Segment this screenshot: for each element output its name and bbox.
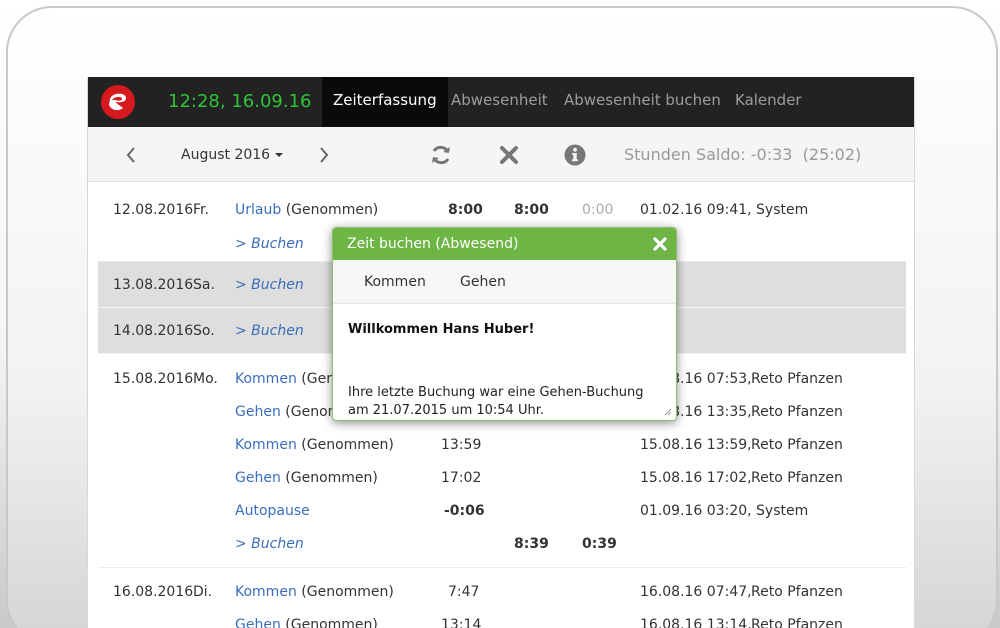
entry-type-link[interactable]: Kommen xyxy=(235,584,297,600)
close-icon xyxy=(500,145,518,164)
hours-balance-text: Stunden Saldo: -0:33 (25:02) xyxy=(624,145,862,164)
booking-time: -0:06 xyxy=(444,503,485,519)
hours-balance: Stunden Saldo: -0:33 (25:02) xyxy=(624,127,861,182)
booked-by: Reto Pfanzen xyxy=(751,404,843,420)
entry-type-link[interactable]: Gehen xyxy=(235,470,281,486)
buchen-link[interactable]: > Buchen xyxy=(235,527,304,561)
delete-button[interactable] xyxy=(499,127,519,182)
date-cell: 13.08.2016 xyxy=(113,277,194,293)
dialog-header: Zeit buchen (Abwesend) xyxy=(333,228,676,260)
entry-type-link[interactable]: Kommen xyxy=(235,371,297,387)
last-booking-message: Ihre letzte Buchung war eine Gehen-Buchu… xyxy=(348,385,644,418)
date-cell: 15.08.2016 xyxy=(113,371,194,387)
month-label: August 2016 xyxy=(181,146,271,163)
actual-hours: 8:00 xyxy=(514,202,549,218)
entry-status: (Genommen) xyxy=(285,617,378,628)
weekday-cell: Fr. xyxy=(193,202,209,218)
buchen-link[interactable]: > Buchen xyxy=(235,314,304,348)
date-cell: 16.08.2016 xyxy=(113,584,194,600)
entry-type-link[interactable]: Urlaub xyxy=(235,202,281,218)
booking-info: 01.02.16 09:41, System xyxy=(640,202,809,218)
booking-info: 15.08.16 13:59, xyxy=(640,437,752,453)
difference-hours: 0:39 xyxy=(582,536,617,552)
tab-abwesenheit[interactable]: Abwesenheit xyxy=(440,77,559,127)
kommen-button[interactable]: Kommen xyxy=(364,260,426,304)
entry-type-link[interactable]: Gehen xyxy=(235,617,281,628)
booking-info: 15.08.16 17:02, xyxy=(640,470,752,486)
booking-time: 13:59 xyxy=(441,437,482,453)
chevron-left-icon xyxy=(126,146,135,163)
date-cell: 14.08.2016 xyxy=(113,323,194,339)
table-row: 16.08.2016 Di. Kommen (Genommen) 7:47 16… xyxy=(98,568,906,628)
booking-info: 01.09.16 03:20, System xyxy=(640,503,809,519)
close-icon xyxy=(653,237,667,251)
entry-status: (Genommen) xyxy=(301,437,394,453)
date-cell: 12.08.2016 xyxy=(113,202,194,218)
booking-info: 16.08.16 13:14, xyxy=(640,617,752,628)
booking-time: 17:02 xyxy=(441,470,482,486)
info-icon xyxy=(564,144,586,165)
dialog-title: Zeit buchen (Abwesend) xyxy=(347,236,519,252)
entry-status: (Genommen) xyxy=(285,470,378,486)
weekday-cell: So. xyxy=(193,323,215,339)
month-dropdown[interactable]: August 2016 xyxy=(181,127,284,182)
app-logo[interactable] xyxy=(101,85,135,119)
logo-swoosh-icon xyxy=(109,93,126,111)
booked-by: Reto Pfanzen xyxy=(751,470,843,486)
info-button[interactable] xyxy=(564,127,586,182)
chevron-right-icon xyxy=(320,146,329,163)
next-month-button[interactable] xyxy=(318,127,330,182)
refresh-button[interactable] xyxy=(429,127,453,182)
booked-by: Reto Pfanzen xyxy=(751,584,843,600)
booked-by: Reto Pfanzen xyxy=(751,617,843,628)
booked-by: Reto Pfanzen xyxy=(751,371,843,387)
welcome-message: Willkommen Hans Huber! xyxy=(348,322,535,337)
weekday-cell: Mo. xyxy=(193,371,218,387)
dialog-close-button[interactable] xyxy=(653,228,667,260)
resize-handle-icon[interactable] xyxy=(664,408,672,416)
app-screen: 12:28, 16.09.16 Zeiterfassung Abwesenhei… xyxy=(87,77,915,628)
weekday-cell: Di. xyxy=(193,584,213,600)
tab-kalender[interactable]: Kalender xyxy=(724,77,813,127)
booking-time: 13:14 xyxy=(441,617,482,628)
booking-dialog: Zeit buchen (Abwesend) Kommen Gehen Will… xyxy=(332,227,677,421)
booking-info: 16.08.16 07:47, xyxy=(640,584,752,600)
tab-zeiterfassung[interactable]: Zeiterfassung xyxy=(322,77,448,127)
actual-hours: 8:39 xyxy=(514,536,549,552)
entry-type-link[interactable]: Gehen xyxy=(235,404,281,420)
buchen-link[interactable]: > Buchen xyxy=(235,268,304,302)
target-hours: 8:00 xyxy=(448,202,483,218)
entry-type-link[interactable]: Kommen xyxy=(235,437,297,453)
clock-datetime: 12:28, 16.09.16 xyxy=(168,91,312,112)
entry-status: (Genommen) xyxy=(301,584,394,600)
booking-time: 7:47 xyxy=(448,584,480,600)
entry-status: (Genommen) xyxy=(285,202,379,218)
booked-by: Reto Pfanzen xyxy=(751,437,843,453)
weekday-cell: Sa. xyxy=(193,277,215,293)
prev-month-button[interactable] xyxy=(125,127,137,182)
entry-type-link[interactable]: Autopause xyxy=(235,503,310,519)
gehen-button[interactable]: Gehen xyxy=(460,260,506,304)
dialog-tabs: Kommen Gehen xyxy=(333,260,676,304)
refresh-icon xyxy=(432,145,450,164)
month-toolbar: August 2016 Stunden Saldo: -0:33 (25:02) xyxy=(88,127,914,182)
difference-hours: 0:00 xyxy=(582,202,614,218)
tab-abwesenheit-buchen[interactable]: Abwesenheit buchen xyxy=(553,77,732,127)
caret-down-icon xyxy=(275,152,284,157)
buchen-link[interactable]: > Buchen xyxy=(235,227,304,261)
top-navbar: 12:28, 16.09.16 Zeiterfassung Abwesenhei… xyxy=(88,77,914,127)
